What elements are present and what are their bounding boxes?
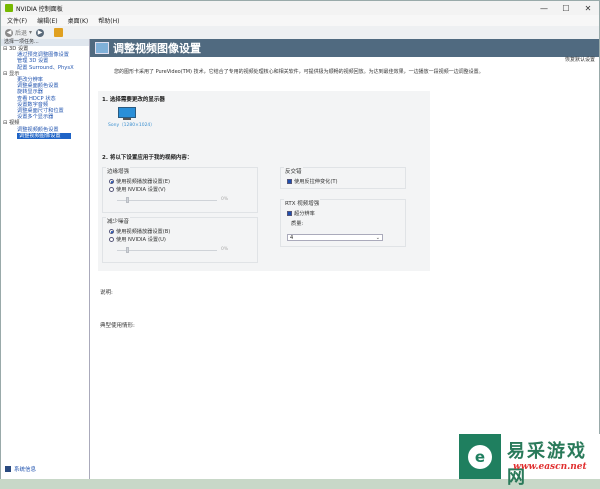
section-select-display: 1. 选择需要更改的显示器 [102,97,165,103]
forward-arrow-icon: ▶ [36,28,45,37]
quality-label: 质量: [291,221,304,227]
edge-slider[interactable]: 0% [117,197,229,203]
radio-selected-icon [109,229,114,234]
monitor-icon[interactable] [118,107,136,120]
toolbar: ◀ 后退 ▾ ▶ [1,26,599,40]
settings-panel: 1. 选择需要更改的显示器 Sony（1280×1024） 2. 将以下设置应用… [98,91,430,271]
radio-selected-icon [109,179,114,184]
minimize-button[interactable]: — [533,1,555,15]
description-label: 说明: [100,290,113,296]
menu-edit[interactable]: 编辑(E) [37,16,57,25]
page-title: 调整视频图像设置 [113,42,201,55]
edge-slider-thumb[interactable] [125,197,129,203]
tree-item-video-color[interactable]: 调整视频颜色设置 [3,127,89,133]
edge-enhancement-title: 边缘增强 [106,167,131,175]
radio-empty-icon [109,187,114,192]
maximize-button[interactable]: ☐ [555,1,577,15]
window-controls: — ☐ ✕ [533,1,599,15]
restore-defaults-link[interactable]: 恢复默认设置 [565,56,595,63]
page-banner: 调整视频图像设置 [90,39,599,57]
system-info-icon [5,466,11,472]
chevron-down-icon: ⌄ [375,235,380,241]
task-tree: ⊟ 3D 设置 通过预览调整图像设置 管理 3D 设置 配置 Surround、… [1,46,89,140]
nvidia-logo-icon [5,4,13,12]
edge-nvidia-radio[interactable]: 使用 NVIDIA 设置(V) [109,186,166,193]
task-sidebar: 选择一项任务... ⊟ 3D 设置 通过预览调整图像设置 管理 3D 设置 配置… [1,39,90,479]
noise-slider-thumb[interactable] [125,247,129,253]
sidebar-header: 选择一项任务... [1,39,89,46]
watermark-logo-icon: e [459,434,501,479]
noise-reduction-title: 减少噪音 [106,217,131,225]
watermark-url: www.eascn.net [513,462,587,472]
content-pane: 调整视频图像设置 恢复默认设置 您的图形卡采用了 PureVideo(TM) 技… [90,39,599,479]
edge-slider-value: 0% [221,197,229,202]
deinterlace-title: 反交错 [284,167,303,175]
edge-enhancement-group: 边缘增强 使用视频播放器设置(E) 使用 NVIDIA 设置(V) 0% [102,167,258,213]
edge-player-radio[interactable]: 使用视频播放器设置(E) [109,178,170,185]
noise-slider-value: 0% [221,247,229,252]
noise-slider[interactable]: 0% [117,247,229,253]
deinterlace-checkbox[interactable]: 使用反拉伸变化(T) [287,178,338,185]
rtx-video-group: RTX 视频增强 超分辨率 质量: 4 ⌄ [280,199,406,247]
radio-empty-icon [109,237,114,242]
checkbox-checked-icon [287,211,292,216]
menu-desktop[interactable]: 桌面(K) [68,16,89,25]
back-button[interactable]: ◀ 后退 ▾ [5,28,32,37]
system-info-link[interactable]: 系统信息 [5,465,36,473]
home-icon[interactable] [54,28,64,37]
super-resolution-checkbox[interactable]: 超分辨率 [287,210,315,217]
typical-usage-label: 典型使用情形: [100,323,135,329]
menu-bar: 文件(F) 编辑(E) 桌面(K) 帮助(H) [1,15,599,26]
noise-player-radio[interactable]: 使用视频播放器设置(B) [109,228,170,235]
close-button[interactable]: ✕ [577,1,599,15]
page-description: 您的图形卡采用了 PureVideo(TM) 技术，它结合了专用的视频处理核心和… [114,69,484,75]
window-title: NVIDIA 控制面板 [16,5,63,13]
title-bar: NVIDIA 控制面板 — ☐ ✕ [1,1,599,15]
back-label: 后退 [15,30,28,37]
quality-select[interactable]: 4 ⌄ [287,234,383,241]
checkbox-checked-icon [287,179,292,184]
nvidia-control-panel-window: NVIDIA 控制面板 — ☐ ✕ 文件(F) 编辑(E) 桌面(K) 帮助(H… [0,0,600,479]
video-settings-icon [95,42,109,54]
back-dropdown-icon: ▾ [29,29,33,36]
menu-help[interactable]: 帮助(H) [98,16,119,25]
noise-nvidia-radio[interactable]: 使用 NVIDIA 设置(U) [109,236,166,243]
site-watermark: e 易采游戏网 www.eascn.net [459,434,600,488]
noise-reduction-group: 减少噪音 使用视频播放器设置(B) 使用 NVIDIA 设置(U) 0% [102,217,258,263]
forward-button[interactable]: ▶ [36,28,46,37]
menu-file[interactable]: 文件(F) [7,16,27,25]
monitor-label[interactable]: Sony（1280×1024） [108,122,155,128]
back-arrow-icon: ◀ [5,28,13,37]
tree-item-video-image[interactable]: 调整视频图像设置 [17,132,71,140]
rtx-video-title: RTX 视频增强 [284,199,321,207]
section-apply-settings: 2. 将以下设置应用于我的视频内容： [102,155,193,161]
deinterlace-group: 反交错 使用反拉伸变化(T) [280,167,406,189]
